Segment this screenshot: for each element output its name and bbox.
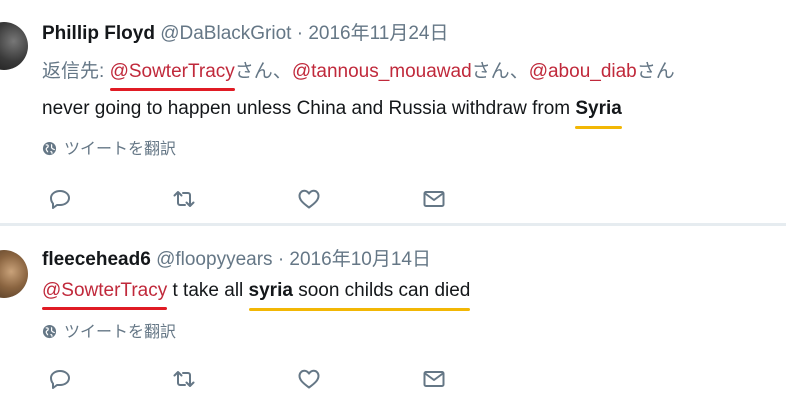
tweet-actions (42, 366, 462, 392)
retweet-icon (173, 191, 195, 207)
mention-link[interactable]: @abou_diab (529, 61, 637, 82)
separator-dot: · (277, 249, 285, 270)
reply-button[interactable] (45, 186, 75, 212)
tweet-text-keyword: Syria (575, 96, 623, 129)
tweet-date[interactable]: 2016年10月14日 (289, 249, 431, 270)
user-name[interactable]: fleecehead6 (42, 249, 151, 270)
avatar[interactable] (0, 250, 28, 298)
reply-prefix: 返信先: (42, 61, 105, 82)
tweet[interactable]: Phillip Floyd @DaBlackGriot · 2016年11月24… (0, 0, 786, 223)
avatar[interactable] (0, 22, 28, 70)
tweet-text: @SowterTracy t take all syria soon child… (42, 278, 471, 311)
mention-link[interactable]: @SowterTracy (109, 59, 236, 91)
globe-icon (42, 141, 57, 156)
honorific: さん (636, 61, 675, 82)
mention-link[interactable]: @tannous_mouawad (292, 61, 472, 82)
reply-to-line: 返信先: @SowterTracyさん、@tannous_mouawadさん、@… (42, 59, 675, 91)
reply-button[interactable] (45, 366, 75, 392)
retweet-button[interactable] (169, 186, 199, 212)
tweet-actions (42, 186, 462, 212)
message-button[interactable] (419, 366, 449, 392)
translate-link[interactable]: ツイートを翻訳 (42, 323, 176, 343)
translate-label[interactable]: ツイートを翻訳 (64, 141, 176, 158)
user-name[interactable]: Phillip Floyd (42, 23, 155, 44)
tweet-text-main: never going to happen unless China and R… (42, 98, 576, 119)
heart-icon (298, 189, 320, 209)
honorific: さん (471, 61, 510, 82)
separator-dot: · (296, 23, 304, 44)
tweet-text-part: soon childs can died (292, 280, 471, 301)
honorific: さん (234, 61, 273, 82)
user-handle[interactable]: @DaBlackGriot (160, 23, 291, 44)
tweet-text: never going to happen unless China and R… (42, 96, 623, 129)
comma: 、 (509, 61, 529, 82)
translate-label[interactable]: ツイートを翻訳 (64, 324, 176, 341)
reply-icon (50, 190, 70, 209)
envelope-icon (423, 371, 445, 387)
globe-icon (42, 324, 57, 339)
mention-link[interactable]: @SowterTracy (42, 278, 168, 310)
tweet-date[interactable]: 2016年11月24日 (308, 23, 448, 44)
retweet-button[interactable] (169, 366, 199, 392)
like-button[interactable] (294, 366, 324, 392)
reply-icon (50, 370, 70, 389)
comma: 、 (272, 61, 292, 82)
message-button[interactable] (419, 186, 449, 212)
retweet-icon (173, 371, 195, 387)
tweet-text-keyword: syria (248, 280, 293, 301)
user-handle[interactable]: @floopyyears (156, 249, 272, 270)
translate-link[interactable]: ツイートを翻訳 (42, 140, 176, 160)
heart-icon (298, 369, 320, 389)
tweet-header: Phillip Floyd @DaBlackGriot · 2016年11月24… (42, 22, 448, 46)
tweet-text-part: t take all (167, 280, 249, 301)
like-button[interactable] (294, 186, 324, 212)
tweet[interactable]: fleecehead6 @floopyyears · 2016年10月14日 @… (0, 226, 786, 403)
envelope-icon (423, 191, 445, 207)
tweet-header: fleecehead6 @floopyyears · 2016年10月14日 (42, 248, 431, 272)
